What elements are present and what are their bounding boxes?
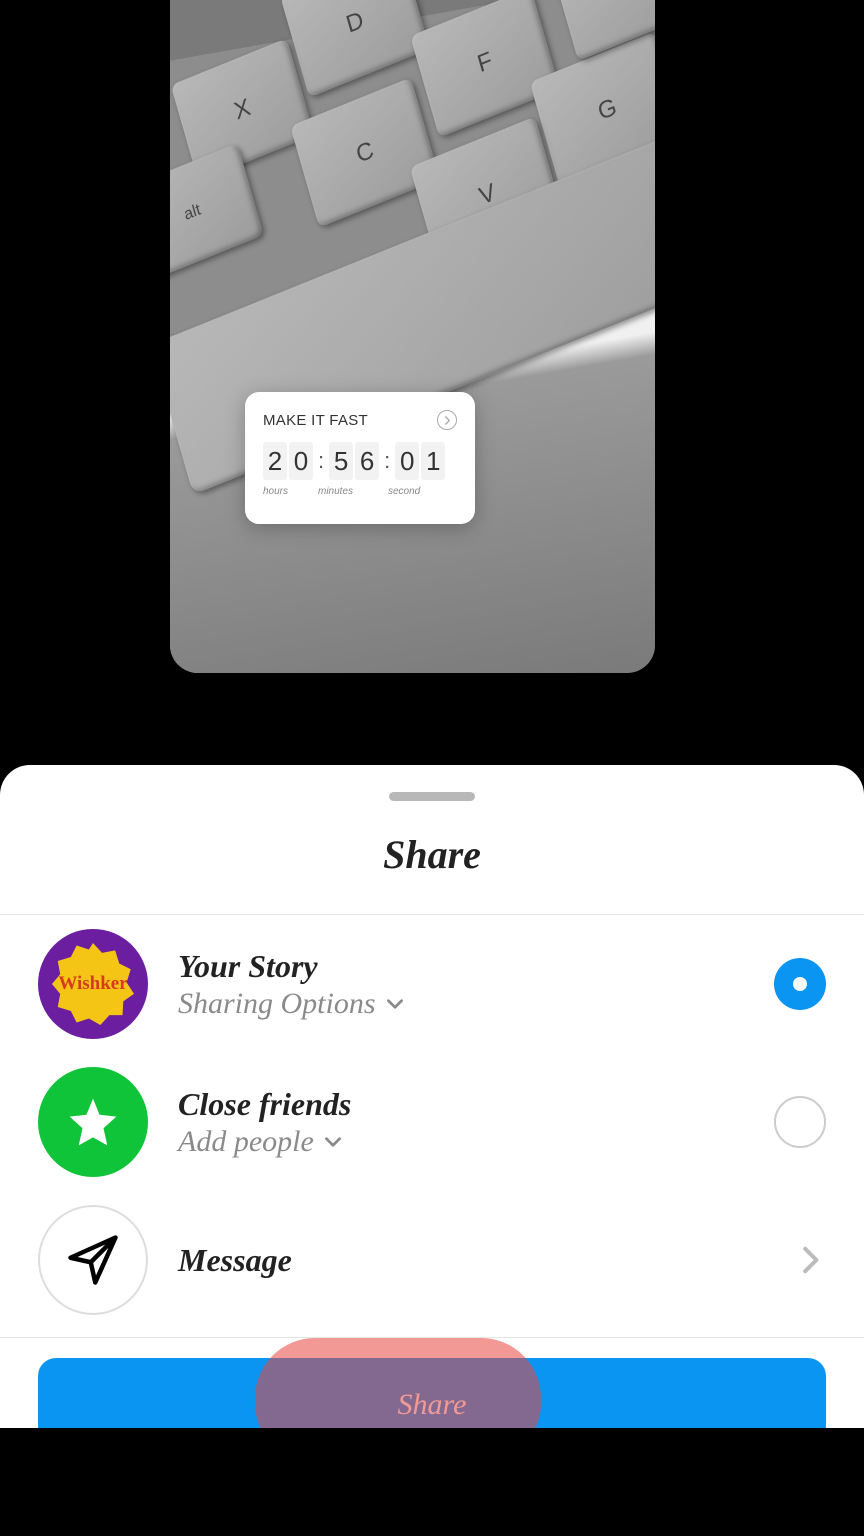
seconds-digit-1: 0 — [395, 442, 419, 480]
message-avatar — [38, 1205, 148, 1315]
share-sheet: Share Wishker Your Story Sharing Options… — [0, 765, 864, 1536]
sheet-title: Share — [0, 831, 864, 915]
sharing-options-dropdown[interactable]: Sharing Options — [178, 987, 744, 1021]
minutes-label: minutes — [318, 486, 388, 497]
minutes-digit-2: 6 — [355, 442, 379, 480]
close-friends-title: Close friends — [178, 1086, 744, 1123]
your-story-row[interactable]: Wishker Your Story Sharing Options — [0, 915, 864, 1053]
hours-digit-2: 0 — [289, 442, 313, 480]
add-people-dropdown[interactable]: Add people — [178, 1125, 744, 1159]
countdown-sticker[interactable]: MAKE IT FAST 2 0 : 5 6 : 0 1 hours minut… — [245, 392, 475, 524]
your-story-radio[interactable] — [774, 958, 826, 1010]
keyboard-photo: D F G T X C V B alt — [170, 0, 655, 673]
story-preview[interactable]: D F G T X C V B alt — [170, 0, 655, 673]
your-story-title: Your Story — [178, 948, 744, 985]
message-row[interactable]: Message — [0, 1191, 864, 1329]
chevron-right-icon — [794, 1244, 826, 1276]
seconds-digit-2: 1 — [421, 442, 445, 480]
hours-digit-1: 2 — [263, 442, 287, 480]
chevron-down-icon — [384, 993, 406, 1015]
bottom-bar — [0, 1428, 864, 1536]
chevron-down-icon — [322, 1131, 344, 1153]
send-icon — [66, 1233, 120, 1287]
sticker-arrow-icon[interactable] — [437, 410, 457, 430]
countdown-digits: 2 0 : 5 6 : 0 1 — [263, 442, 457, 480]
avatar-text: Wishker — [58, 973, 127, 995]
drag-handle[interactable] — [389, 792, 475, 801]
your-story-avatar: Wishker — [38, 929, 148, 1039]
hours-label: hours — [263, 486, 318, 497]
countdown-title: MAKE IT FAST — [263, 412, 368, 429]
close-friends-avatar — [38, 1067, 148, 1177]
minutes-digit-1: 5 — [329, 442, 353, 480]
star-icon — [65, 1094, 121, 1150]
seconds-label: second — [388, 486, 443, 497]
close-friends-row[interactable]: Close friends Add people — [0, 1053, 864, 1191]
close-friends-radio[interactable] — [774, 1096, 826, 1148]
message-title: Message — [178, 1242, 764, 1279]
